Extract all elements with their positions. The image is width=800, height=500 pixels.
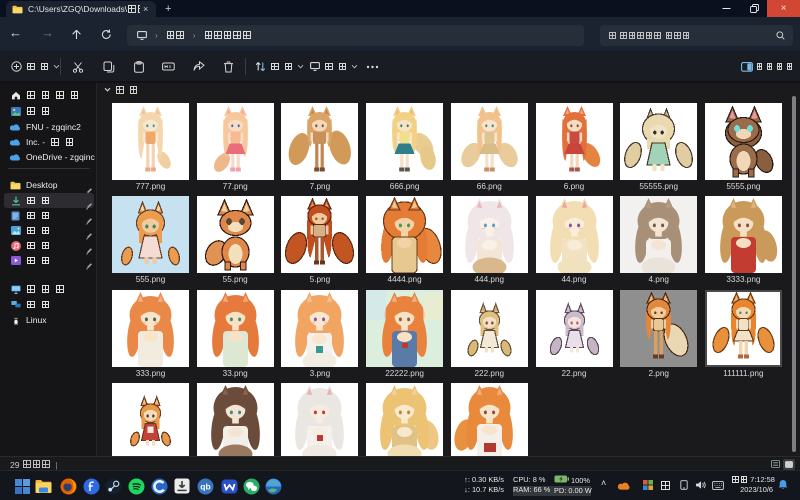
svg-text:qb: qb	[200, 481, 210, 491]
